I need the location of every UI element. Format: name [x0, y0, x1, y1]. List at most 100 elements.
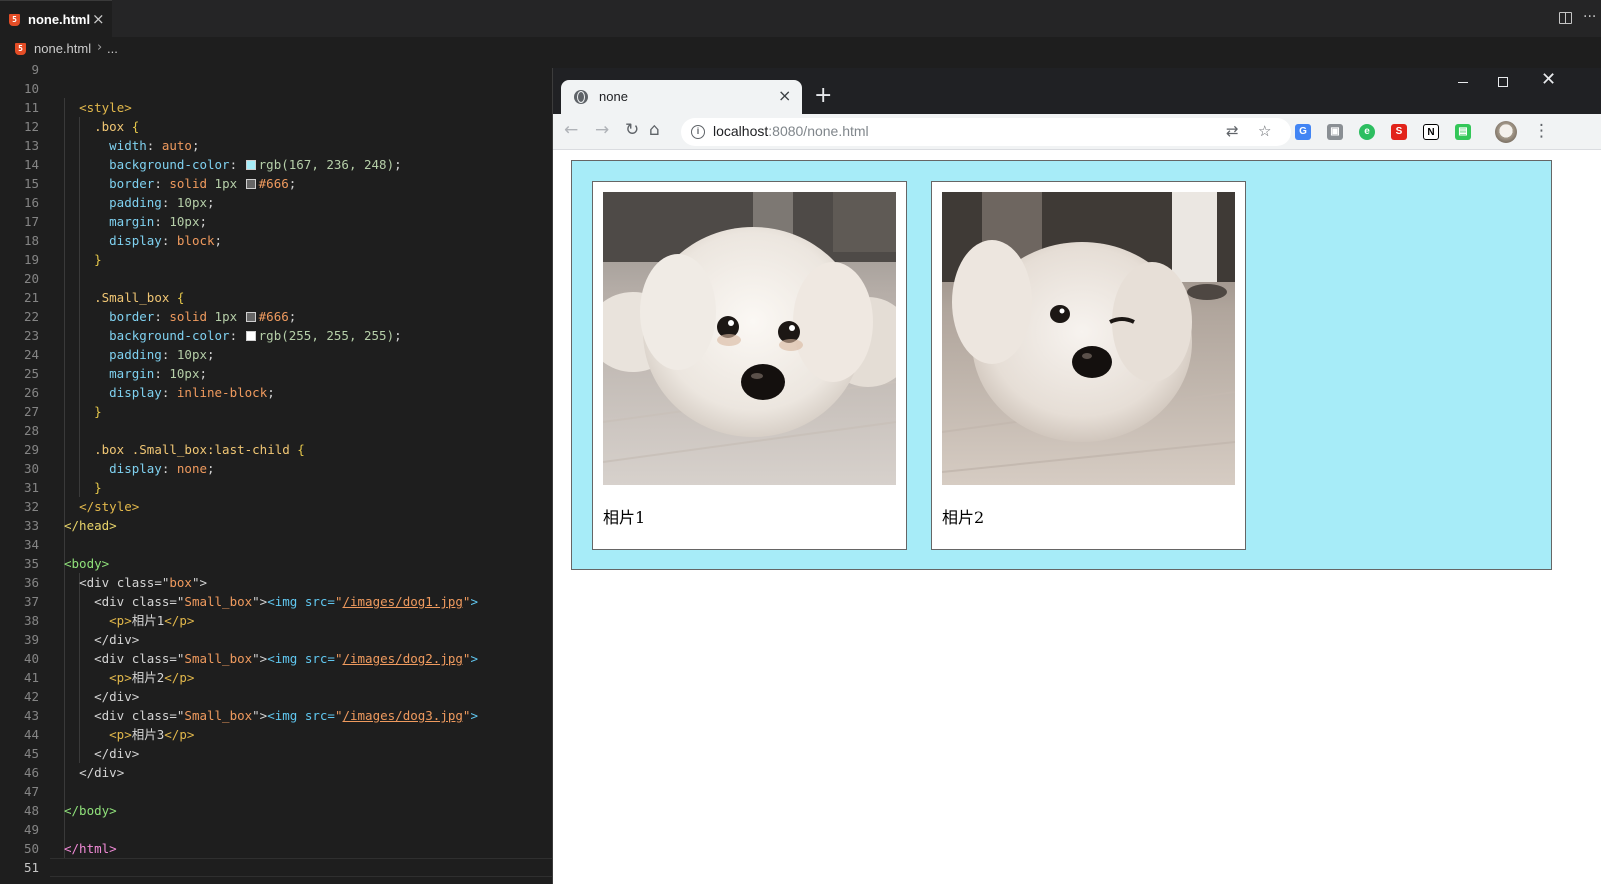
- code-line: <p>相片3</p>: [109, 727, 195, 742]
- code-line: }: [94, 252, 102, 267]
- code-line: }: [94, 404, 102, 419]
- code-line: margin: 10px;: [109, 214, 208, 229]
- code-line: background-color: rgb(167, 236, 248);: [109, 157, 402, 172]
- line-number: 41: [23, 670, 39, 685]
- split-editor-icon[interactable]: [1559, 12, 1572, 24]
- small-box-1: 相片1: [592, 181, 907, 550]
- maximize-icon[interactable]: [1498, 77, 1508, 87]
- home-icon[interactable]: ⌂: [649, 120, 660, 140]
- editor-tab-bar: 5 none.html × ···: [0, 0, 1601, 38]
- line-number: 36: [23, 575, 39, 590]
- code-line: <div class="box">: [79, 575, 208, 590]
- line-number: 28: [23, 423, 39, 438]
- code-line: </div>: [94, 689, 140, 704]
- chevron-right-icon: ›: [97, 40, 103, 55]
- profile-avatar[interactable]: [1495, 121, 1517, 143]
- code-line: <style>: [79, 100, 132, 115]
- line-number: 50: [23, 841, 39, 856]
- line-number: 29: [23, 442, 39, 457]
- forward-icon[interactable]: →: [595, 120, 609, 140]
- code-line: display: inline-block;: [109, 385, 275, 400]
- code-line: </div>: [94, 632, 140, 647]
- line-number: 10: [23, 81, 39, 96]
- color-swatch[interactable]: [245, 312, 256, 322]
- code-line: display: block;: [109, 233, 223, 248]
- line-number: 38: [23, 613, 39, 628]
- browser-tab[interactable]: none ×: [561, 80, 802, 114]
- code-line: }: [94, 480, 102, 495]
- code-editor[interactable]: 9 10 11 12 13 14 15 16 17 18 19 20 21 22 23 24 25 26 27 28 2…: [0, 60, 553, 884]
- close-icon[interactable]: ×: [778, 86, 791, 105]
- line-number: 11: [23, 100, 39, 115]
- kebab-menu-icon[interactable]: ⋮: [1533, 121, 1550, 141]
- star-icon[interactable]: ☆: [1258, 122, 1271, 140]
- more-actions-icon[interactable]: ···: [1583, 9, 1596, 25]
- line-number: 35: [23, 556, 39, 571]
- photo-caption: 相片1: [603, 508, 646, 527]
- code-line: display: none;: [109, 461, 215, 476]
- code-line: </style>: [79, 499, 140, 514]
- code-line: <body>: [64, 556, 110, 571]
- box-container: 相片1 相片2: [571, 160, 1552, 570]
- photo-caption: 相片2: [942, 508, 985, 527]
- back-icon[interactable]: ←: [564, 120, 578, 140]
- address-bar[interactable]: i localhost:8080/none.html ⇄ ☆: [681, 118, 1291, 146]
- line-number: 44: [23, 727, 39, 742]
- minimize-icon[interactable]: [1458, 82, 1468, 83]
- code-line: </head>: [64, 518, 117, 533]
- page-viewport: 相片1 相片2: [553, 151, 1601, 884]
- line-number: 43: [23, 708, 39, 723]
- line-number: 32: [23, 499, 39, 514]
- code-line: padding: 10px;: [109, 195, 215, 210]
- window-close-icon[interactable]: ✕: [1541, 69, 1556, 90]
- line-number: 40: [23, 651, 39, 666]
- color-swatch[interactable]: [245, 160, 256, 170]
- line-number: 33: [23, 518, 39, 533]
- line-number: 18: [23, 233, 39, 248]
- code-line: padding: 10px;: [109, 347, 215, 362]
- url-text[interactable]: localhost:8080/none.html: [713, 123, 869, 139]
- new-tab-icon[interactable]: +: [814, 83, 832, 108]
- s-ext-icon[interactable]: S: [1391, 124, 1407, 140]
- translate-icon[interactable]: ⇄: [1226, 122, 1239, 140]
- code-line: .Small_box {: [94, 290, 185, 305]
- line-number: 14: [23, 157, 39, 172]
- reload-icon[interactable]: ↻: [625, 120, 639, 140]
- line-number: 13: [23, 138, 39, 153]
- line-number: 22: [23, 309, 39, 324]
- line-number: 16: [23, 195, 39, 210]
- line-number: 20: [23, 271, 39, 286]
- line-number: 45: [23, 746, 39, 761]
- line-number: 39: [23, 632, 39, 647]
- dog-photo-1: [603, 192, 896, 485]
- info-icon[interactable]: i: [691, 125, 705, 139]
- line-number: 34: [23, 537, 39, 552]
- close-icon[interactable]: ×: [92, 10, 105, 28]
- google-translate-ext-icon[interactable]: G: [1295, 124, 1311, 140]
- color-swatch[interactable]: [245, 331, 256, 341]
- code-line: <div class="Small_box"><img src="/images…: [94, 594, 478, 609]
- code-line: background-color: rgb(255, 255, 255);: [109, 328, 402, 343]
- color-swatch[interactable]: [245, 179, 256, 189]
- line-number: 26: [23, 385, 39, 400]
- editor-tab-none-html[interactable]: 5 none.html ×: [0, 0, 112, 38]
- browser-titlebar: none × + ✕: [553, 68, 1601, 114]
- editor-tab-label: none.html: [28, 12, 91, 27]
- line-number: 23: [23, 328, 39, 343]
- notion-ext-icon[interactable]: N: [1423, 124, 1439, 140]
- line-number: 25: [23, 366, 39, 381]
- line-number: 46: [23, 765, 39, 780]
- globe-icon: [574, 90, 588, 104]
- evernote-ext-icon[interactable]: e: [1359, 124, 1375, 140]
- shopping-bag-ext-icon[interactable]: ▤: [1455, 124, 1471, 140]
- ext-square-icon[interactable]: ▣: [1327, 124, 1343, 140]
- breadcrumb-symbol[interactable]: ...: [107, 41, 118, 56]
- code-line: <div class="Small_box"><img src="/images…: [94, 708, 478, 723]
- breadcrumb-file[interactable]: none.html: [34, 41, 91, 56]
- code-lines: <style> .box { width: auto; background-c…: [64, 60, 478, 877]
- code-line: <p>相片2</p>: [109, 670, 195, 685]
